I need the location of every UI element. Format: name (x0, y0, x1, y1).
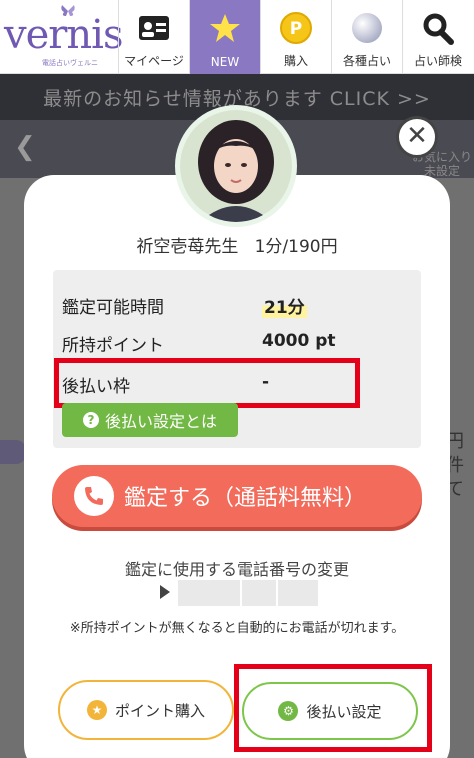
question-icon: ? (82, 412, 99, 428)
close-icon: ✕ (406, 121, 428, 151)
coin-icon: P (280, 12, 312, 44)
portrait-image (180, 110, 292, 222)
teacher-info: 祈空壱苺先生 1分/190円 (24, 232, 450, 257)
highlight-box (234, 664, 432, 752)
search-icon (423, 13, 454, 45)
points-value: 4000 pt (262, 331, 336, 351)
highlight-box (54, 358, 360, 408)
nav-label: 各種占い (342, 54, 391, 68)
nav-mypage[interactable]: マイページ (118, 0, 189, 74)
masked-phone-segment (178, 580, 240, 606)
rate: 1分/190円 (254, 237, 338, 257)
masked-phone-segment (242, 580, 276, 606)
logo-subtitle: 電話占いヴェルニ (42, 59, 98, 67)
nav-new[interactable]: NEW (189, 0, 260, 74)
back-arrow-icon[interactable]: ❮ (14, 132, 36, 162)
nav-label: マイページ (124, 54, 184, 68)
purchase-points-label: ポイント購入 (114, 701, 205, 720)
phone-change-link[interactable]: 鑑定に使用する電話番号の変更 (24, 556, 450, 580)
phone-icon (74, 476, 114, 516)
nav-search[interactable]: 占い師検 (402, 0, 473, 74)
masked-phone-segment (278, 580, 318, 606)
teacher-avatar (175, 105, 297, 227)
nav-label: 占い師検 (413, 54, 462, 68)
nav-fortunes[interactable]: 各種占い (331, 0, 402, 74)
vernis-logo[interactable]: vernis 電話占いヴェルニ (0, 0, 123, 74)
disconnect-note: ※所持ポイントが無くなると自動的にお電話が切れます。 (69, 621, 405, 636)
nav-label: 購入 (283, 54, 308, 68)
crystal-ball-icon (352, 13, 382, 43)
background-tab (0, 440, 26, 464)
available-time-value: 21分 (262, 293, 307, 318)
star-icon (210, 14, 240, 42)
star-icon: ★ (86, 700, 107, 720)
purchase-points-button[interactable]: ★ ポイント購入 (58, 680, 234, 740)
teacher-name: 祈空壱苺先生 (136, 237, 239, 257)
call-button[interactable]: 鑑定する（通話料無料） (52, 465, 422, 527)
app-header: vernis 電話占いヴェルニ マイページ NEW P 購入 各種占い 占い師検 (0, 0, 474, 74)
logo-text: vernis (4, 12, 123, 58)
play-triangle-icon (160, 585, 170, 599)
deferred-payment-info-button[interactable]: ? 後払い設定とは (62, 403, 238, 437)
close-button[interactable]: ✕ (396, 116, 438, 158)
available-time-label: 鑑定可能時間 (62, 298, 164, 318)
call-button-label: 鑑定する（通話料無料） (124, 486, 367, 511)
nav-purchase[interactable]: P 購入 (260, 0, 331, 74)
deferred-payment-info-label: 後払い設定とは (104, 412, 217, 431)
points-label: 所持ポイント (62, 336, 164, 356)
svg-text:P: P (290, 19, 302, 39)
id-card-icon (139, 16, 169, 40)
nav-label: NEW (210, 55, 240, 69)
